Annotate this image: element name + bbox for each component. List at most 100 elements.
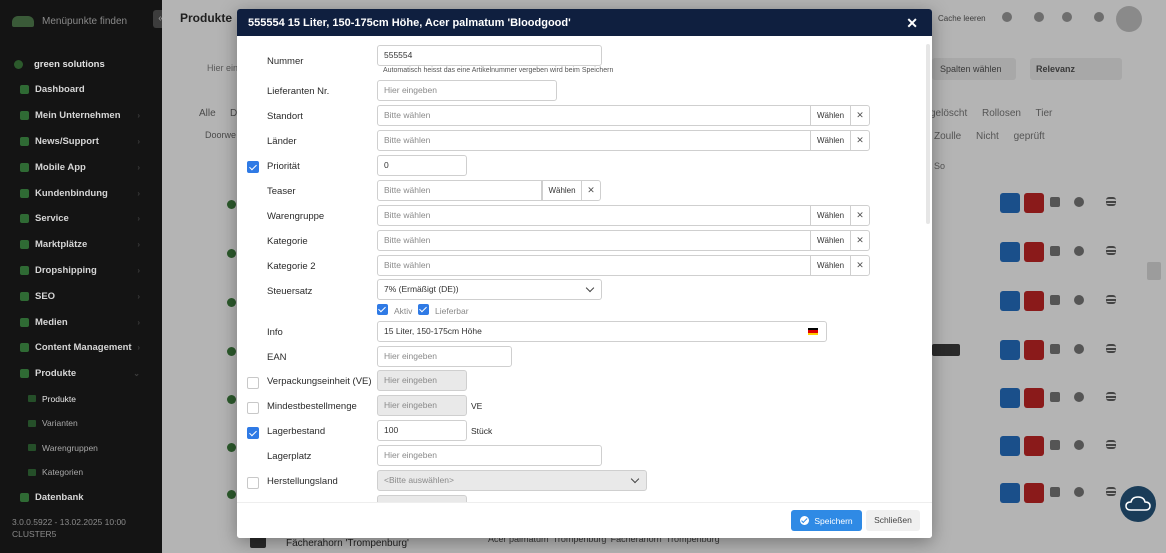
gear-icon[interactable]: [1074, 392, 1084, 402]
edit-button[interactable]: [1000, 388, 1020, 408]
menu-icon[interactable]: [1106, 440, 1116, 449]
laender-choose-button[interactable]: Wählen: [811, 130, 851, 151]
delete-button[interactable]: [1024, 388, 1044, 408]
flag-de-icon[interactable]: [808, 328, 818, 335]
sidebar-item-kundenbindung[interactable]: Kundenbindung ›: [0, 180, 162, 206]
prioritaet-input[interactable]: 0: [377, 155, 467, 176]
ean-input[interactable]: Hier eingeben: [377, 346, 512, 367]
flag-icon[interactable]: [1062, 12, 1072, 22]
nummer-input[interactable]: 555554: [377, 45, 602, 66]
prioritaet-checkbox[interactable]: [247, 161, 259, 173]
kategorie-choose-button[interactable]: Wählen: [811, 230, 851, 251]
gear-icon[interactable]: [1074, 487, 1084, 497]
gear-icon[interactable]: [1074, 246, 1084, 256]
sidebar-item-dropshipping[interactable]: Dropshipping ›: [0, 258, 162, 284]
edit-button[interactable]: [1000, 291, 1020, 311]
delete-button[interactable]: [1024, 242, 1044, 262]
theme-icon[interactable]: [1094, 12, 1104, 22]
teaser-choose-button[interactable]: Wählen: [542, 180, 582, 201]
key-icon[interactable]: [1050, 392, 1060, 402]
scrollbar[interactable]: [926, 44, 930, 224]
standort-choose-button[interactable]: Wählen: [811, 105, 851, 126]
teaser-clear-button[interactable]: ✕: [581, 180, 601, 201]
close-button[interactable]: Schließen: [866, 510, 920, 531]
sidebar-item-datenbank[interactable]: Datenbank: [0, 485, 162, 511]
ve-checkbox[interactable]: [247, 377, 259, 389]
info-input[interactable]: 15 Liter, 150-175cm Höhe: [377, 321, 827, 342]
sidebar-item-dashboard[interactable]: Dashboard: [0, 77, 162, 103]
edit-button[interactable]: [1000, 242, 1020, 262]
kategorie-input[interactable]: Bitte wählen: [377, 230, 811, 251]
delete-button[interactable]: [1024, 483, 1044, 503]
mindest-input[interactable]: Hier eingeben: [377, 395, 467, 416]
edit-button[interactable]: [1000, 193, 1020, 213]
laender-input[interactable]: Bitte wählen: [377, 130, 811, 151]
sidebar-item-service[interactable]: Service ›: [0, 206, 162, 232]
warengruppe-input[interactable]: Bitte wählen: [377, 205, 811, 226]
edit-button[interactable]: [1000, 340, 1020, 360]
menu-icon[interactable]: [1106, 344, 1116, 353]
lager-checkbox[interactable]: [247, 427, 259, 439]
key-icon[interactable]: [1050, 295, 1060, 305]
gear-icon[interactable]: [1074, 295, 1084, 305]
key-icon[interactable]: [1050, 197, 1060, 207]
columns-button[interactable]: Spalten wählen: [932, 58, 1016, 80]
sidebar-item-mobile-app[interactable]: Mobile App ›: [0, 154, 162, 180]
herstellungsland-select[interactable]: <Bitte auswählen>: [377, 470, 647, 491]
key-icon[interactable]: [1050, 344, 1060, 354]
tabs-right-second[interactable]: Zoulle Nicht geprüft: [934, 131, 1045, 142]
lagerplatz-input[interactable]: Hier eingeben: [377, 445, 602, 466]
sidebar-search[interactable]: Menüpunkte finden: [12, 12, 150, 30]
menu-icon[interactable]: [1106, 246, 1116, 255]
ve-input[interactable]: Hier eingeben: [377, 370, 467, 391]
chat-cloud-button[interactable]: [1120, 486, 1156, 522]
tabs-right[interactable]: gelöscht Rollosen Tier: [930, 108, 1052, 119]
tab-alle[interactable]: Alle: [199, 108, 216, 119]
notification-icon[interactable]: [1034, 12, 1044, 22]
filter-label[interactable]: Doorwe: [205, 130, 236, 140]
kategorie2-choose-button[interactable]: Wählen: [811, 255, 851, 276]
sidebar-item-seo[interactable]: SEO ›: [0, 283, 162, 309]
sidebar-item-medien[interactable]: Medien ›: [0, 309, 162, 335]
sidebar-item-marktplaetze[interactable]: Marktplätze ›: [0, 232, 162, 258]
edit-button[interactable]: [1000, 483, 1020, 503]
steuersatz-select[interactable]: 7% (Ermäßigt (DE)): [377, 279, 602, 300]
menu-icon[interactable]: [1106, 197, 1116, 206]
lieferanten-input[interactable]: Hier eingeben: [377, 80, 557, 101]
standort-input[interactable]: Bitte wählen: [377, 105, 811, 126]
kategorie-clear-button[interactable]: ✕: [850, 230, 870, 251]
menu-icon[interactable]: [1106, 392, 1116, 401]
warengruppe-choose-button[interactable]: Wählen: [811, 205, 851, 226]
sidebar-item-news-support[interactable]: News/Support ›: [0, 129, 162, 155]
standort-clear-button[interactable]: ✕: [850, 105, 870, 126]
gear-icon[interactable]: [1074, 440, 1084, 450]
sidebar-subitem-produkte[interactable]: Produkte: [0, 387, 162, 412]
key-icon[interactable]: [1050, 487, 1060, 497]
delete-button[interactable]: [1024, 436, 1044, 456]
lieferbar-checkbox[interactable]: [418, 304, 429, 315]
warengruppe-clear-button[interactable]: ✕: [850, 205, 870, 226]
sidebar-subitem-kategorien[interactable]: Kategorien: [0, 460, 162, 485]
gear-icon[interactable]: [1074, 344, 1084, 354]
save-button[interactable]: Speichern: [791, 510, 862, 531]
edit-button[interactable]: [1000, 436, 1020, 456]
sidebar-subitem-varianten[interactable]: Varianten: [0, 411, 162, 436]
lager-input[interactable]: 100: [377, 420, 467, 441]
sidebar-item-mein-unternehmen[interactable]: Mein Unternehmen ›: [0, 103, 162, 129]
mindest-checkbox[interactable]: [247, 402, 259, 414]
key-icon[interactable]: [1050, 246, 1060, 256]
aktiv-checkbox[interactable]: [377, 304, 388, 315]
kategorie2-clear-button[interactable]: ✕: [850, 255, 870, 276]
laender-clear-button[interactable]: ✕: [850, 130, 870, 151]
sidebar-search-input[interactable]: Menüpunkte finden: [42, 16, 127, 27]
sidebar-item-produkte[interactable]: Produkte ⌄: [0, 361, 162, 387]
sidebar-subitem-warengruppen[interactable]: Warengruppen: [0, 436, 162, 461]
clear-cache-link[interactable]: Cache leeren: [938, 14, 986, 23]
gear-icon[interactable]: [1074, 197, 1084, 207]
side-panel-handle[interactable]: [1147, 262, 1161, 280]
menu-icon[interactable]: [1106, 295, 1116, 304]
sort-select[interactable]: Relevanz: [1030, 58, 1122, 80]
delete-button[interactable]: [1024, 193, 1044, 213]
kategorie2-input[interactable]: Bitte wählen: [377, 255, 811, 276]
teaser-input[interactable]: Bitte wählen: [377, 180, 542, 201]
